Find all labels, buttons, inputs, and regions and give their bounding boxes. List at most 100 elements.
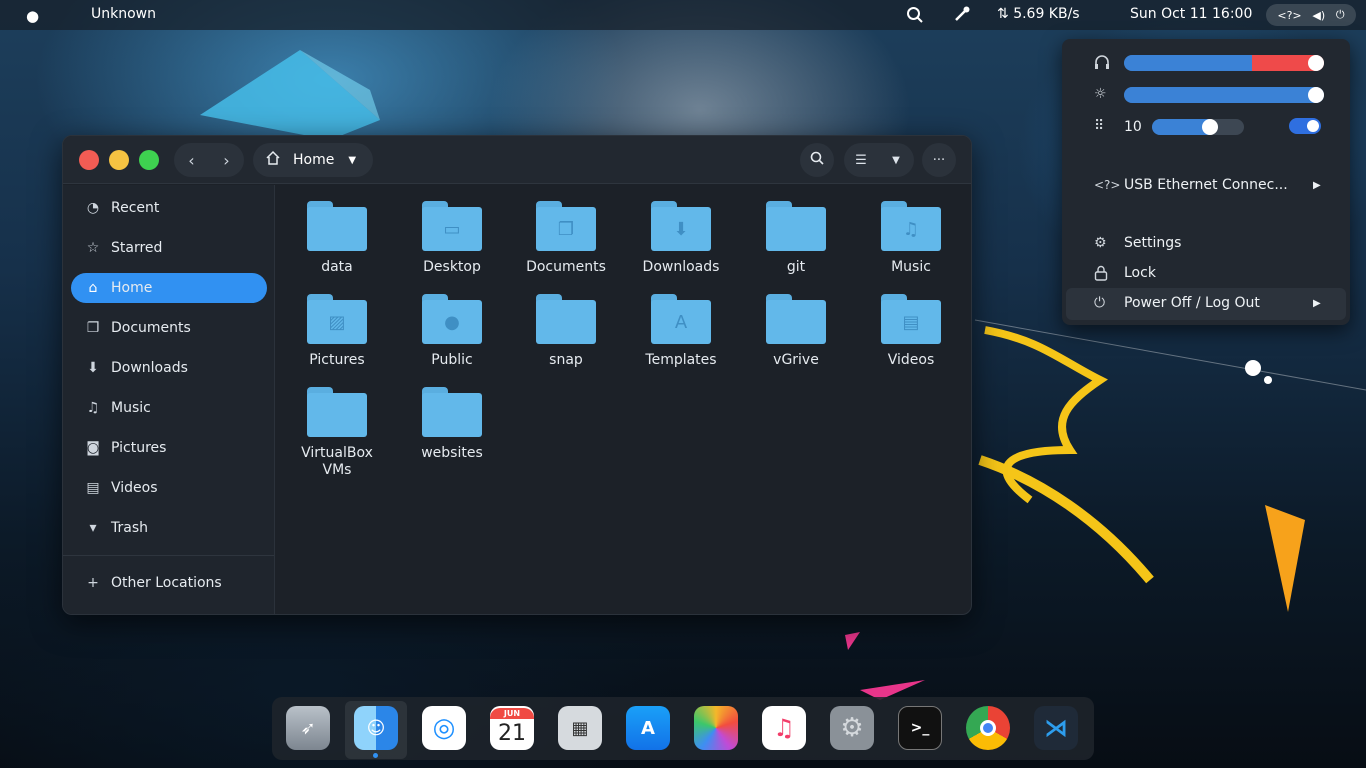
film-icon: ▤ — [86, 480, 100, 496]
folder-icon — [766, 294, 826, 344]
sidebar: ◔ Recent ☆ Starred ⌂ Home ❐ Documents ⬇ Downl… — [63, 185, 275, 614]
sidebar-item-label: Pictures — [111, 440, 167, 456]
workspaces-grid-icon: ⠿ — [1094, 118, 1105, 134]
color-picker-icon[interactable] — [953, 5, 971, 27]
folder-item[interactable]: ⬇ Downloads — [626, 201, 736, 276]
folder-icon — [307, 201, 367, 251]
folder-name: Documents — [526, 259, 606, 275]
network-item[interactable]: USB Ethernet Connec... — [1124, 177, 1288, 193]
sidebar-item-music[interactable]: ♫ Music — [71, 393, 267, 423]
network-speed[interactable]: ⇅ 5.69 KB/s — [997, 6, 1080, 22]
active-app-name[interactable]: Unknown — [91, 6, 156, 22]
calculator-icon[interactable]: ▦ — [558, 706, 602, 750]
maximize-button[interactable] — [139, 150, 159, 170]
sidebar-item-videos[interactable]: ▤ Videos — [71, 473, 267, 503]
launchpad-icon[interactable]: ➶ — [286, 706, 330, 750]
folder-item[interactable]: data — [282, 201, 392, 276]
sidebar-item-downloads[interactable]: ⬇ Downloads — [71, 353, 267, 383]
close-button[interactable] — [79, 150, 99, 170]
system-status-area[interactable]: <?> ◀︎) ⏻ — [1266, 4, 1356, 26]
camera-icon: ◙ — [86, 440, 100, 456]
settings-gear-icon: ⚙ — [1094, 235, 1107, 251]
calendar-icon[interactable]: JUN 21 — [490, 706, 534, 750]
music-icon: ♫ — [86, 400, 100, 416]
workspaces-slider-knob[interactable] — [1202, 119, 1218, 135]
search-button[interactable] — [800, 143, 834, 177]
vscode-icon[interactable]: ⋊ — [1034, 706, 1078, 750]
chrome-icon[interactable] — [966, 706, 1010, 750]
trash-icon: ▾ — [89, 520, 97, 536]
folder-name: VirtualBox VMs — [301, 445, 373, 478]
power-icon: ⏻ — [1094, 295, 1106, 311]
search-icon[interactable] — [906, 6, 924, 28]
brightness-slider[interactable] — [1124, 87, 1324, 103]
app-store-icon[interactable]: A — [626, 706, 670, 750]
caret-down-icon[interactable]: ▼ — [348, 155, 356, 166]
folder-name: Videos — [887, 352, 935, 368]
folder-item[interactable]: ❐ Documents — [511, 201, 621, 276]
sidebar-item-label: Home — [111, 280, 153, 296]
folder-item[interactable]: A Templates — [626, 294, 736, 369]
documents-folder-icon: ❐ — [536, 201, 596, 251]
menu-button[interactable]: ··· — [922, 143, 956, 177]
system-menu: ☼ ⠿ 10 <?> USB Ethernet Connec... ▶ ⚙ Se… — [1062, 39, 1350, 325]
safari-icon[interactable]: ◎ — [422, 706, 466, 750]
folder-item[interactable]: websites — [397, 387, 507, 462]
path-bar[interactable]: Home ▼ — [253, 143, 373, 177]
settings-item[interactable]: Settings — [1124, 235, 1181, 251]
folder-item[interactable]: ▭ Desktop — [397, 201, 507, 276]
top-bar: ● Unknown ⇅ 5.69 KB/s Sun Oct 11 16:00 <… — [0, 0, 1366, 30]
videos-folder-icon: ▤ — [881, 294, 941, 344]
finder-icon[interactable]: ☺ — [354, 706, 398, 750]
terminal-icon[interactable]: >_ — [898, 706, 942, 750]
folder-item[interactable]: git — [741, 201, 851, 276]
workspace-count: 10 — [1124, 119, 1142, 135]
home-icon: ⌂ — [88, 280, 98, 296]
view-options-button[interactable]: ▼ — [878, 143, 914, 177]
document-icon: ❐ — [86, 320, 100, 336]
folder-icon — [536, 294, 596, 344]
apple-menu-icon[interactable]: ● — [26, 7, 39, 25]
photos-icon[interactable] — [694, 706, 738, 750]
submenu-arrow-icon: ▶ — [1313, 180, 1321, 191]
workspaces-toggle[interactable] — [1289, 118, 1321, 134]
sidebar-item-home[interactable]: ⌂ Home — [71, 273, 267, 303]
file-grid: data ▭ Desktop ❐ Documents ⬇ Downloads git … — [276, 185, 971, 614]
brightness-slider-knob[interactable] — [1308, 87, 1324, 103]
sidebar-item-recent[interactable]: ◔ Recent — [71, 193, 267, 223]
folder-item[interactable]: ♫ Music — [856, 201, 966, 276]
volume-slider[interactable] — [1124, 55, 1324, 71]
sidebar-item-other-locations[interactable]: + Other Locations — [71, 568, 267, 598]
lock-item[interactable]: Lock — [1124, 265, 1156, 281]
sidebar-item-trash[interactable]: ▾ Trash — [71, 513, 267, 543]
folder-item[interactable]: ▤ Videos — [856, 294, 966, 369]
folder-name: Downloads — [642, 259, 720, 275]
sidebar-item-documents[interactable]: ❐ Documents — [71, 313, 267, 343]
folder-item[interactable]: ▨ Pictures — [282, 294, 392, 369]
back-button[interactable]: ‹ — [174, 143, 209, 177]
lock-icon — [1094, 265, 1108, 285]
folder-item[interactable]: snap — [511, 294, 621, 369]
folder-name: websites — [421, 445, 483, 461]
list-view-button[interactable]: ☰ — [844, 143, 878, 177]
volume-icon: ◀︎) — [1312, 8, 1326, 22]
sidebar-item-starred[interactable]: ☆ Starred — [71, 233, 267, 263]
workspaces-slider[interactable] — [1152, 119, 1244, 135]
power-off-item[interactable]: Power Off / Log Out — [1124, 295, 1260, 311]
folder-name: Public — [431, 352, 473, 368]
music-app-icon[interactable]: ♫ — [762, 706, 806, 750]
folder-item[interactable]: VirtualBox VMs — [282, 387, 392, 479]
plus-icon: + — [87, 575, 99, 591]
volume-slider-knob[interactable] — [1308, 55, 1324, 71]
sidebar-item-pictures[interactable]: ◙ Pictures — [71, 433, 267, 463]
forward-button[interactable]: › — [209, 143, 244, 177]
caret-down-icon: ▼ — [892, 154, 900, 166]
system-preferences-icon[interactable]: ⚙ — [830, 706, 874, 750]
headphones-icon — [1094, 54, 1110, 74]
folder-item[interactable]: ● Public — [397, 294, 507, 369]
music-folder-icon: ♫ — [881, 201, 941, 251]
more-icon: ··· — [932, 152, 946, 168]
folder-item[interactable]: vGrive — [741, 294, 851, 369]
clock[interactable]: Sun Oct 11 16:00 — [1130, 6, 1252, 22]
minimize-button[interactable] — [109, 150, 129, 170]
